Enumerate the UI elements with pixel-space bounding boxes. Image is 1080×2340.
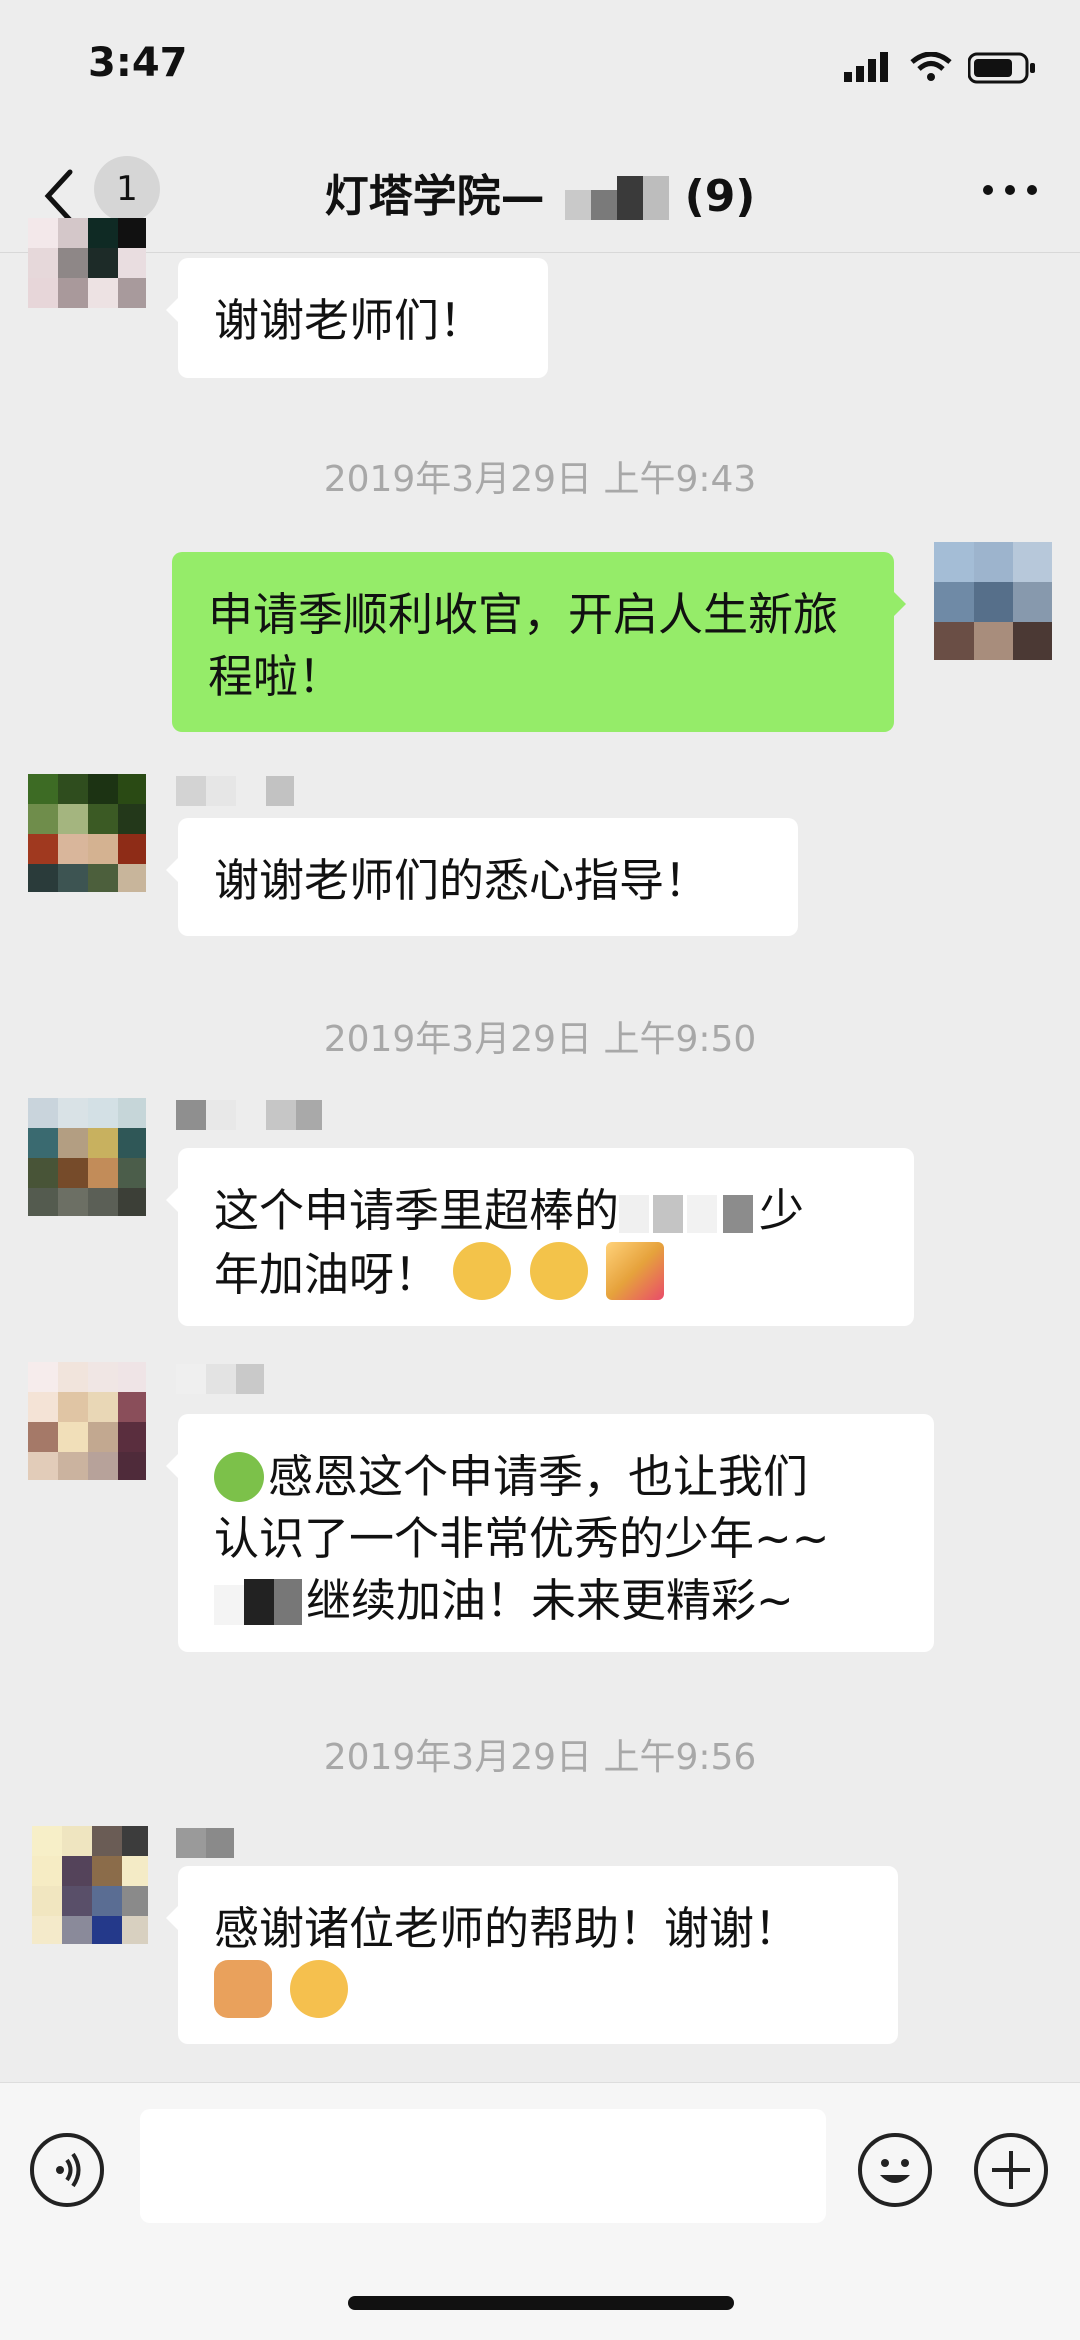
timestamp: 2019年3月29日 上午9:43 [323,459,757,500]
message-text-line2: 年加油呀！ [214,1248,440,1301]
sender-name-blurred [176,1100,322,1130]
timestamp: 2019年3月29日 上午9:56 [323,1737,757,1778]
battery-icon [968,52,1035,84]
thinking-face-emoji-icon [453,1242,512,1300]
party-popper-emoji-icon [605,1242,664,1300]
own-avatar[interactable] [934,542,1052,660]
avatar[interactable] [32,1826,150,1944]
frog-emoji-icon [214,1452,264,1502]
voice-icon[interactable] [30,2133,104,2207]
message-text-line3: 继续加油！未来更精彩~ [306,1574,794,1627]
own-message-bubble[interactable]: 申请季顺利收官，开启人生新旅程啦！ [172,552,906,732]
chat-title-prefix: 灯塔学院— [324,171,545,222]
message-text-line1-end: 少 [759,1184,805,1237]
message-text: 感谢诸位老师的帮助！谢谢！ [214,1902,800,1955]
more-dots-icon[interactable] [980,180,1040,200]
chat-member-count: (9) [684,171,756,222]
status-time: 3:47 [88,40,188,86]
avatar[interactable] [28,1098,146,1216]
thinking-face-emoji-icon [529,1242,588,1300]
avatar[interactable] [28,1362,146,1480]
avatar[interactable] [28,218,146,338]
wifi-icon [910,52,952,81]
blurred-name [214,1579,306,1629]
message-text-line2: 认识了一个非常优秀的少年~~ [214,1512,830,1565]
message-bubble[interactable]: 这个申请季里超棒的 少 年加油呀！ [166,1148,914,1326]
sender-name-blurred [176,1828,234,1858]
chat-header: 1 灯塔学院— (9) [0,140,1080,253]
cellular-signal-icon [844,52,888,82]
status-bar: 3:47 [0,0,1080,140]
message-bubble[interactable]: 谢谢老师们！ [166,258,548,378]
plus-icon[interactable] [974,2133,1048,2207]
home-indicator[interactable] [348,2296,734,2310]
message-text: 申请季顺利收官，开启人生新旅程啦！ [208,588,839,703]
message-text: 谢谢老师们的悉心指导！ [214,854,710,907]
message-text: 谢谢老师们！ [214,294,485,347]
message-bubble[interactable]: 感恩这个申请季，也让我们 认识了一个非常优秀的少年~~ 继续加油！未来更精彩~ [166,1414,934,1652]
message-text-line1: 这个申请季里超棒的 [214,1184,620,1237]
emoji-icon[interactable] [858,2133,932,2207]
smiling-face-emoji-icon [290,1960,349,2018]
message-text-line1: 感恩这个申请季，也让我们 [268,1450,809,1503]
chat-title: 灯塔学院— (9) [0,160,1080,226]
blurred-name [545,172,685,226]
message-input[interactable] [140,2109,826,2223]
sender-name-blurred [176,1364,264,1394]
sender-name-blurred [176,776,294,806]
message-bubble[interactable]: 谢谢老师们的悉心指导！ [166,818,798,936]
timestamp: 2019年3月29日 上午9:50 [323,1019,757,1060]
avatar[interactable] [28,774,146,892]
pinching-hand-emoji-icon [214,1960,272,2018]
message-bubble[interactable]: 感谢诸位老师的帮助！谢谢！ [166,1866,898,2044]
blurred-name [619,1189,759,1239]
